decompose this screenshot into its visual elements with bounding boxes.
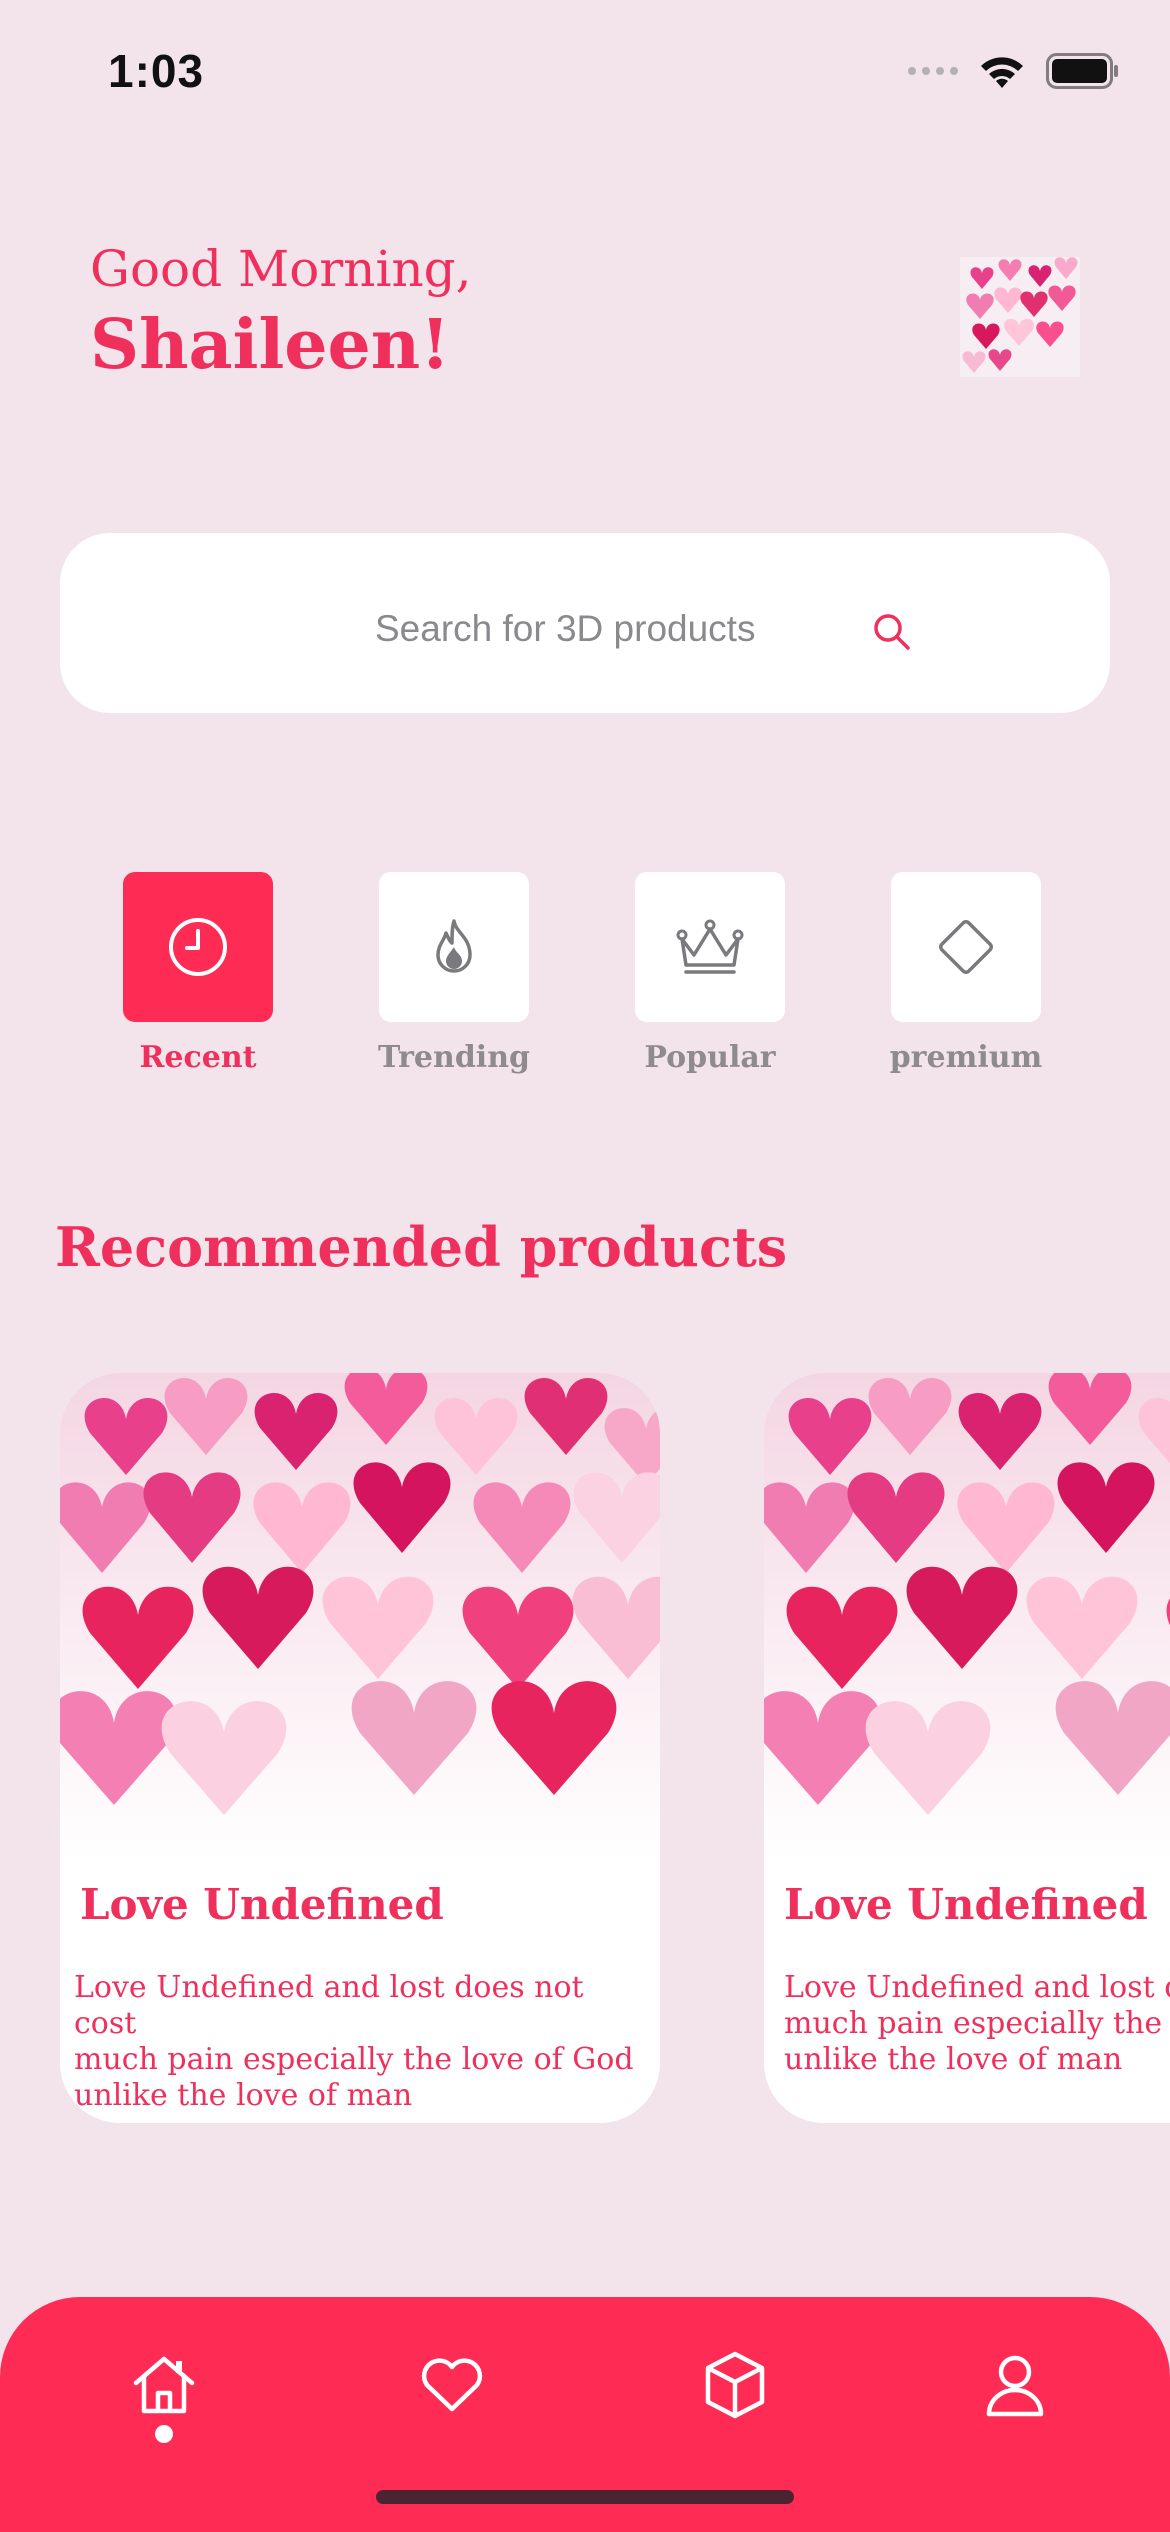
nav-profile-button[interactable] <box>975 2345 1055 2425</box>
section-title: Recommended products <box>55 1215 788 1279</box>
active-indicator-dot <box>155 2425 173 2443</box>
status-bar: 1:03 <box>0 0 1170 150</box>
clock-icon <box>169 918 227 976</box>
avatar[interactable] <box>960 257 1080 377</box>
product-title: Love Undefined <box>80 1880 444 1929</box>
wifi-icon <box>981 57 1023 88</box>
product-description-line: unlike the love of man <box>784 2042 1123 2077</box>
product-description-line: Love Undefined and lost does not cost <box>784 1970 1170 2005</box>
product-title: Love Undefined <box>784 1880 1148 1929</box>
product-description: Love Undefined and lost does not cost mu… <box>74 1970 634 2114</box>
hearts-thumbnail-image <box>960 257 1080 377</box>
search-icon[interactable] <box>870 610 914 654</box>
nav-home-button[interactable] <box>124 2345 204 2425</box>
category-recent-label: Recent <box>139 1040 257 1075</box>
status-icons <box>908 52 1120 90</box>
battery-icon <box>1046 53 1118 89</box>
nav-3d-button[interactable] <box>695 2345 775 2425</box>
home-icon <box>133 2356 195 2414</box>
product-image <box>764 1373 1170 1861</box>
crown-icon <box>676 919 744 974</box>
category-trending-label: Trending <box>377 1040 530 1075</box>
category-popular-label: Popular <box>644 1040 776 1075</box>
search-placeholder: Search for 3D products <box>375 608 756 649</box>
product-description: Love Undefined and lost does not cost mu… <box>784 1970 1170 2078</box>
heart-icon <box>421 2358 483 2412</box>
diamond-icon <box>939 920 993 974</box>
product-description-line: much pain especially the love of God <box>784 2006 1170 2041</box>
category-premium-button[interactable] <box>891 872 1041 1022</box>
signal-icon <box>908 67 958 75</box>
category-premium-label: premium <box>889 1040 1043 1075</box>
category-popular-button[interactable] <box>635 872 785 1022</box>
nav-favorites-button[interactable] <box>412 2345 492 2425</box>
user-icon <box>986 2355 1044 2417</box>
home-indicator[interactable] <box>376 2490 794 2504</box>
category-recent-button[interactable] <box>123 872 273 1022</box>
cube-icon <box>705 2351 765 2419</box>
product-image <box>60 1373 660 1861</box>
status-time: 1:03 <box>108 45 205 97</box>
product-description-line: much pain especially the love of God <box>74 2042 634 2077</box>
user-name-heading: Shaileen! <box>90 305 451 385</box>
greeting-text: Good Morning, <box>90 240 472 298</box>
category-trending-button[interactable] <box>379 872 529 1022</box>
flame-icon <box>436 919 472 973</box>
product-description-line: unlike the love of man <box>74 2078 413 2113</box>
product-description-line: Love Undefined and lost does not cost <box>74 1970 584 2041</box>
